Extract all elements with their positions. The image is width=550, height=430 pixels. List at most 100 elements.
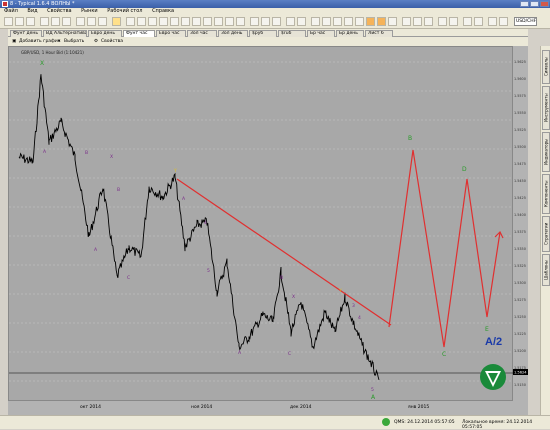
price-chart[interactable]: XA BXABYAC45BXA CY345ABCDE A/2 GBP/USD, 1 … xyxy=(9,47,514,402)
wave-label: 4 xyxy=(358,315,361,321)
title-bar: 8 - Typical 1.6.4 ВОЛНЫ * xyxy=(0,0,550,8)
menu-view[interactable]: Вид xyxy=(23,8,41,15)
wave-label: 3 xyxy=(352,303,355,309)
chart-bar-icon[interactable] xyxy=(250,17,259,26)
tab-br-chas[interactable]: Бр час xyxy=(307,30,335,37)
tab-list-6[interactable]: Лист 6 xyxy=(365,30,393,37)
arrow-tool-icon[interactable] xyxy=(203,17,212,26)
period-m30-icon[interactable] xyxy=(344,17,353,26)
paste-icon[interactable] xyxy=(62,17,71,26)
cut-icon[interactable] xyxy=(40,17,49,26)
line-tool-icon[interactable] xyxy=(126,17,135,26)
template-icon[interactable] xyxy=(297,17,306,26)
ray-tool-icon[interactable] xyxy=(137,17,146,26)
price-axis[interactable]: 1.5625 1.5600 1.5575 1.5550 1.5525 1.5500 1.54… xyxy=(513,46,528,401)
menu-properties[interactable]: Свойства xyxy=(43,8,75,15)
news-icon[interactable] xyxy=(499,17,508,26)
settings-icon[interactable] xyxy=(463,17,472,26)
tab-vd-alternativa[interactable]: ВД Альтернатива xyxy=(43,30,87,37)
pointer-icon[interactable] xyxy=(112,17,121,26)
menu-desktop[interactable]: Рабочий стол xyxy=(103,8,146,15)
period-m5-icon[interactable] xyxy=(322,17,331,26)
open-icon[interactable] xyxy=(15,17,24,26)
menu-help[interactable]: Справка xyxy=(148,8,178,15)
chart-line-icon[interactable] xyxy=(272,17,281,26)
wave-label: A xyxy=(371,394,376,401)
tab-funt-chas[interactable]: Фунт час xyxy=(123,30,155,37)
server-time: QMS: 24.12.2014 05:57:05 xyxy=(394,420,455,425)
wave-label: D xyxy=(462,166,467,173)
period-m1-icon[interactable] xyxy=(311,17,320,26)
add-chart-icon[interactable]: ▣ xyxy=(12,37,16,46)
fib-tool-icon[interactable] xyxy=(181,17,190,26)
trendline[interactable] xyxy=(176,178,392,326)
new-icon[interactable] xyxy=(4,17,13,26)
autoscroll-icon[interactable] xyxy=(402,17,411,26)
side-tab-templates[interactable]: Шаблоны xyxy=(542,254,550,286)
menu-markets[interactable]: Рынки xyxy=(77,8,102,15)
copy-icon[interactable] xyxy=(51,17,60,26)
period-h4-icon[interactable] xyxy=(366,17,375,26)
hline-tool-icon[interactable] xyxy=(148,17,157,26)
tab-zol-chas[interactable]: Зол час xyxy=(187,30,217,37)
print-icon[interactable] xyxy=(438,17,447,26)
side-panel: Символы Инструменты Индикаторы Компонент… xyxy=(540,46,550,415)
zoom-in-icon[interactable] xyxy=(76,17,85,26)
period-d1-icon[interactable] xyxy=(377,17,386,26)
chart-info: GBP/USD, 1 Hour Bid (1:10421) xyxy=(21,50,84,55)
menu-file[interactable]: Файл xyxy=(0,8,22,15)
indicator-icon[interactable] xyxy=(286,17,295,26)
chart-candle-icon[interactable] xyxy=(261,17,270,26)
add-chart-button[interactable]: Добавить график xyxy=(19,37,61,46)
alert-icon[interactable] xyxy=(488,17,497,26)
tab-evro-chas[interactable]: Евро час xyxy=(156,30,186,37)
price-tick: 1.5550 xyxy=(514,111,526,115)
wave-label: A xyxy=(94,247,98,253)
wave-label: E xyxy=(485,326,489,333)
chart-shift-icon[interactable] xyxy=(413,17,422,26)
select-button[interactable]: Выбрать xyxy=(64,37,84,46)
tab-br-den[interactable]: Бр день xyxy=(336,30,364,37)
period-h1-icon[interactable] xyxy=(355,17,364,26)
tab-funt-den[interactable]: Фунт день xyxy=(10,30,42,37)
side-tab-indicators[interactable]: Индикаторы xyxy=(542,132,550,172)
tab-usd-rub-2[interactable]: $ruб xyxy=(278,30,306,37)
price-tick: 1.5275 xyxy=(514,298,526,302)
rect-tool-icon[interactable] xyxy=(214,17,223,26)
properties-button[interactable]: Свойства xyxy=(101,37,123,46)
price-axis-svg: 1.5625 1.5600 1.5575 1.5550 1.5525 1.5500 1.54… xyxy=(513,60,528,387)
grid-icon[interactable] xyxy=(424,17,433,26)
side-tab-strategies[interactable]: Стратегии xyxy=(542,216,550,252)
time-axis[interactable]: окт 2014 ноя 2014 дек 2014 янв 2015 xyxy=(8,401,528,415)
tab-zol-den[interactable]: Зол день xyxy=(218,30,248,37)
chart-area[interactable]: XABXABYAC45BXACY345ABCDE A/2 GBP/USD, 1 … xyxy=(8,46,528,415)
maximize-button[interactable] xyxy=(530,1,539,7)
tab-usd-rub[interactable]: $руб xyxy=(249,30,277,37)
period-w1-icon[interactable] xyxy=(388,17,397,26)
grid xyxy=(9,61,514,382)
minimize-button[interactable] xyxy=(520,1,529,7)
help-icon[interactable] xyxy=(474,17,483,26)
crosshair-icon[interactable] xyxy=(98,17,107,26)
wave-label: A xyxy=(182,196,186,202)
side-tab-instruments[interactable]: Инструменты xyxy=(542,86,550,130)
delete-drawing-icon[interactable] xyxy=(236,17,245,26)
tab-evro-den[interactable]: Евро день xyxy=(88,30,122,37)
vline-tool-icon[interactable] xyxy=(159,17,168,26)
period-m15-icon[interactable] xyxy=(333,17,342,26)
side-tab-components[interactable]: Компоненты xyxy=(542,174,550,214)
channel-tool-icon[interactable] xyxy=(170,17,179,26)
select-dropdown-icon: ▾ xyxy=(58,39,61,44)
ellipse-tool-icon[interactable] xyxy=(225,17,234,26)
text-tool-icon[interactable] xyxy=(192,17,201,26)
wave-label: X xyxy=(40,60,44,67)
side-tab-symbols[interactable]: Символы xyxy=(542,50,550,84)
price-tick: 1.5200 xyxy=(514,349,526,353)
screenshot-icon[interactable] xyxy=(449,17,458,26)
close-button[interactable] xyxy=(540,1,549,7)
zoom-out-icon[interactable] xyxy=(87,17,96,26)
symbol-select[interactable]: USD/CHF xyxy=(514,17,537,26)
save-icon[interactable] xyxy=(26,17,35,26)
plot-area[interactable]: XABXABYAC45BXACY345ABCDE A/2 GBP/USD, 1 … xyxy=(8,46,514,402)
projection-line[interactable] xyxy=(388,149,501,348)
